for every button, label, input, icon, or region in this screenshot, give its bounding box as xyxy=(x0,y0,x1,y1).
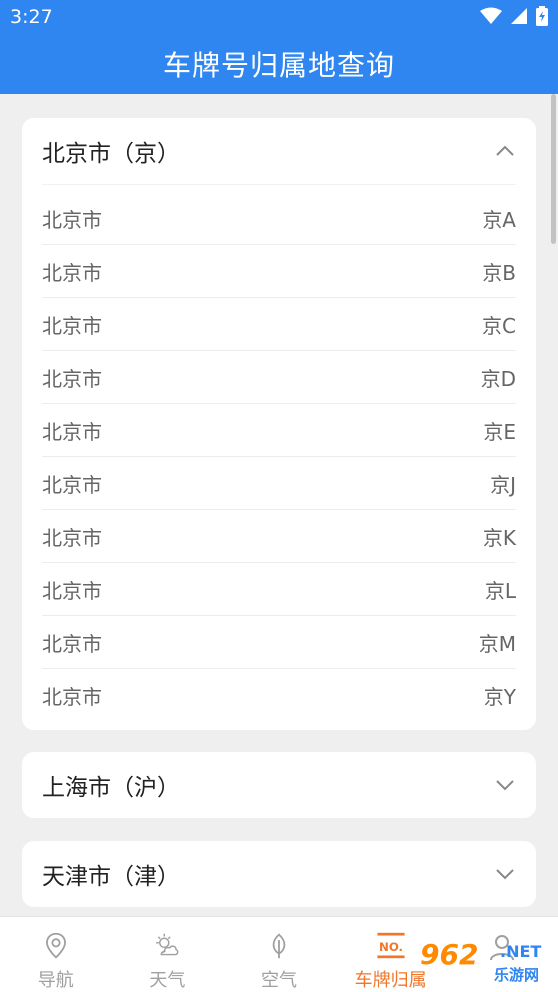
scrollbar[interactable] xyxy=(551,94,556,244)
watermark-number: 962 xyxy=(420,938,479,971)
list-item[interactable]: 北京市 京C xyxy=(42,298,516,351)
signal-icon xyxy=(511,8,527,24)
location-pin-icon xyxy=(45,932,66,959)
nav-label: 导航 xyxy=(37,970,74,991)
plate-code-list: 北京市 京A 北京市 京B 北京市 京C 北京市 京D 北京市 京E 北京市 京J 北京市京… xyxy=(42,192,516,722)
app-bar: 车牌号归属地查询 xyxy=(0,34,558,94)
row-code: 京D xyxy=(480,366,516,391)
row-city: 北京市 xyxy=(42,631,102,656)
watermark-logo: 962 .NET 乐游网 xyxy=(418,938,558,988)
row-city: 北京市 xyxy=(42,685,102,709)
row-city: 北京市 xyxy=(42,578,102,603)
nav-label: 空气 xyxy=(260,970,297,991)
list-item[interactable]: 北京市 京A xyxy=(42,192,516,245)
province-card-shanghai: 上海市（沪） xyxy=(22,752,536,818)
divider xyxy=(42,184,516,185)
row-city: 北京市 xyxy=(42,525,102,550)
weather-icon xyxy=(156,933,179,956)
list-item[interactable]: 北京市 京Y xyxy=(42,669,516,722)
page-title: 车牌号归属地查询 xyxy=(162,49,395,82)
province-header-beijing[interactable]: 北京市（京） xyxy=(22,118,536,184)
province-card-tianjin: 天津市（津） xyxy=(22,841,536,907)
list-item[interactable]: 北京市 京M xyxy=(42,616,516,669)
nav-label: 天气 xyxy=(149,970,186,991)
plate-no-icon: NO. xyxy=(376,932,405,959)
nav-label: 车牌归属 xyxy=(354,970,427,991)
row-city: 北京市 xyxy=(42,260,102,285)
chevron-down-icon xyxy=(496,780,514,791)
list-item[interactable]: 北京市 京E xyxy=(42,404,516,457)
row-city: 北京市 xyxy=(42,472,102,497)
watermark-text: 乐游网 xyxy=(494,966,540,984)
row-city: 北京市 xyxy=(42,313,102,338)
row-city: 北京市 xyxy=(42,366,102,391)
wifi-icon xyxy=(480,7,502,24)
province-title: 天津市（津） xyxy=(42,864,180,890)
province-card-beijing: 北京市（京） 北京市 京A 北京市 京B 北京市 京C 北京市 京D 北京市 京E 北京市… xyxy=(22,118,536,730)
list-item[interactable]: 北京市 京B xyxy=(42,245,516,298)
status-icons xyxy=(480,6,548,26)
row-city: 北京市 xyxy=(42,207,102,232)
nav-item-weather[interactable]: 天气 xyxy=(112,917,224,992)
province-title: 上海市（沪） xyxy=(42,775,180,801)
row-code: 京M xyxy=(478,631,516,656)
status-bar: 3:27 xyxy=(0,0,558,34)
list-item[interactable]: 北京市 京L xyxy=(42,563,516,616)
row-code: 京J xyxy=(490,472,516,497)
chevron-up-icon xyxy=(496,145,514,156)
list-item[interactable]: 北京市 京D xyxy=(42,351,516,404)
row-code: 京E xyxy=(483,419,516,444)
svg-text:NO.: NO. xyxy=(379,940,403,954)
battery-icon xyxy=(536,6,548,26)
leaf-icon xyxy=(272,933,286,959)
province-title: 北京市（京） xyxy=(42,141,180,167)
list-item[interactable]: 北京市 京J xyxy=(42,457,516,510)
row-code: 京K xyxy=(482,525,516,550)
province-list[interactable]: 北京市（京） 北京市 京A 北京市 京B 北京市 京C 北京市 京D 北京市 京E 北京市… xyxy=(0,94,558,916)
province-header-tianjin[interactable]: 天津市（津） xyxy=(22,841,536,907)
nav-item-navigation[interactable]: 导航 xyxy=(0,917,112,992)
row-code: 京L xyxy=(484,578,516,603)
row-city: 北京市 xyxy=(42,419,102,444)
list-item[interactable]: 北京市 京K xyxy=(42,510,516,563)
row-code: 京Y xyxy=(483,685,516,709)
watermark-domain: .NET xyxy=(500,942,542,961)
chevron-down-icon xyxy=(496,869,514,880)
nav-item-air[interactable]: 空气 xyxy=(223,917,335,992)
row-code: 京A xyxy=(482,207,516,232)
row-code: 京B xyxy=(482,260,516,285)
row-code: 京C xyxy=(482,313,516,338)
status-time: 3:27 xyxy=(10,6,53,28)
province-header-shanghai[interactable]: 上海市（沪） xyxy=(22,752,536,818)
